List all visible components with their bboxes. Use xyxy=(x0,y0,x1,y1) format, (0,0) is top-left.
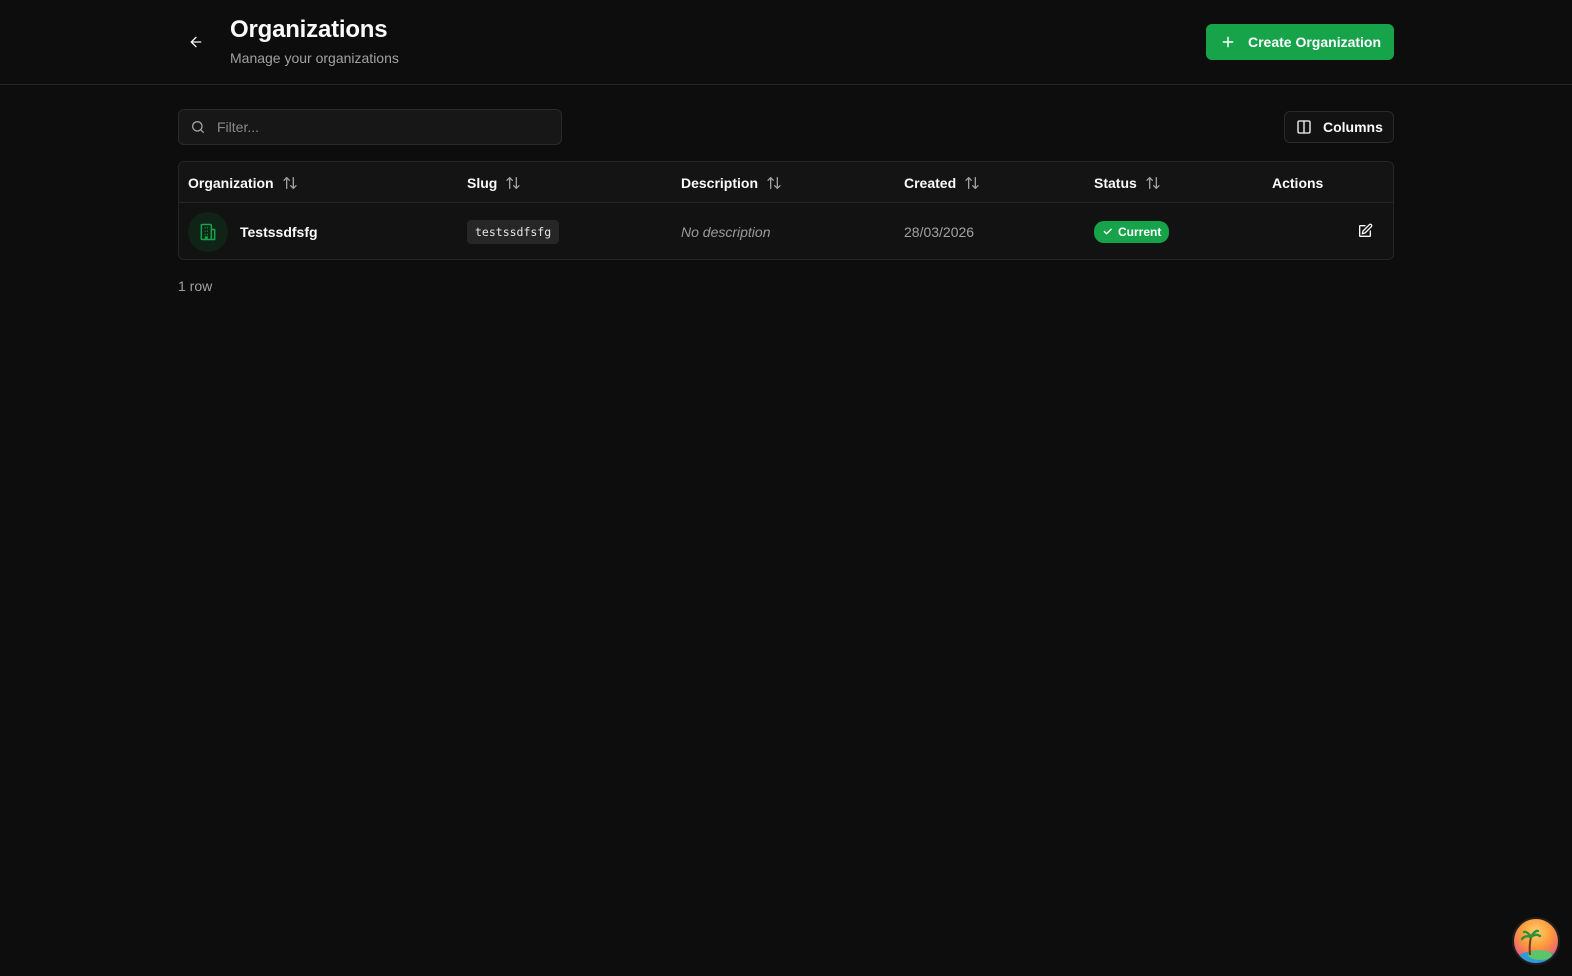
filter-input[interactable] xyxy=(217,119,547,135)
back-button[interactable] xyxy=(182,28,210,56)
sort-arrows-icon[interactable] xyxy=(282,175,298,191)
column-header-label: Status xyxy=(1094,174,1137,191)
column-header-actions: Actions xyxy=(1272,162,1323,203)
created-date: 28/03/2026 xyxy=(904,223,975,240)
column-header-status[interactable]: Status xyxy=(1094,162,1161,203)
description-text: No description xyxy=(681,223,771,240)
slug-cell: testssdfsfg xyxy=(467,203,560,259)
status-label: Current xyxy=(1118,224,1162,239)
sort-arrows-icon[interactable] xyxy=(766,175,782,191)
arrow-left-icon xyxy=(190,36,202,48)
create-organization-button[interactable]: Create Organization xyxy=(1206,24,1394,60)
status-badge: Current xyxy=(1094,220,1170,243)
building-icon xyxy=(188,211,228,252)
created-cell: 28/03/2026 xyxy=(904,203,975,259)
create-organization-label: Create Organization xyxy=(1248,34,1382,50)
column-header-label: Organization xyxy=(188,174,274,191)
page-subtitle: Manage your organizations xyxy=(230,50,399,66)
organization-cell: Testssdfsfg xyxy=(188,203,318,259)
table-header: Organization Slug Description Created St… xyxy=(179,162,1393,203)
edit-button[interactable] xyxy=(1355,221,1375,241)
status-cell: Current xyxy=(1094,203,1170,259)
filter-field[interactable] xyxy=(178,109,562,145)
sort-arrows-icon[interactable] xyxy=(964,175,980,191)
column-header-organization[interactable]: Organization xyxy=(188,162,298,203)
island-logo-icon xyxy=(1516,929,1558,963)
column-header-label: Actions xyxy=(1272,174,1324,191)
sort-arrows-icon[interactable] xyxy=(505,175,521,191)
column-header-label: Description xyxy=(681,174,759,191)
column-header-description[interactable]: Description xyxy=(681,162,782,203)
column-header-slug[interactable]: Slug xyxy=(467,162,521,203)
column-header-label: Slug xyxy=(467,174,498,191)
description-cell: No description xyxy=(681,203,771,259)
organization-name[interactable]: Testssdfsfg xyxy=(240,224,318,240)
search-icon xyxy=(179,119,217,135)
page-header: Organizations Manage your organizations … xyxy=(0,0,1572,85)
row-count: 1 row xyxy=(178,278,213,294)
page-title: Organizations xyxy=(230,16,388,43)
edit-icon xyxy=(1359,223,1373,237)
column-header-label: Created xyxy=(904,174,957,191)
avatar[interactable] xyxy=(1512,917,1560,965)
sort-arrows-icon[interactable] xyxy=(1145,175,1161,191)
table-row[interactable]: Testssdfsfg testssdfsfg No description 2… xyxy=(179,203,1393,259)
plus-icon xyxy=(1208,34,1248,50)
column-header-created[interactable]: Created xyxy=(904,162,980,203)
slug-badge: testssdfsfg xyxy=(467,219,560,244)
organizations-table: Organization Slug Description Created St… xyxy=(178,161,1394,260)
columns-label: Columns xyxy=(1323,119,1383,135)
check-icon xyxy=(1103,228,1112,235)
columns-icon xyxy=(1285,119,1323,135)
columns-button[interactable]: Columns xyxy=(1284,111,1394,143)
